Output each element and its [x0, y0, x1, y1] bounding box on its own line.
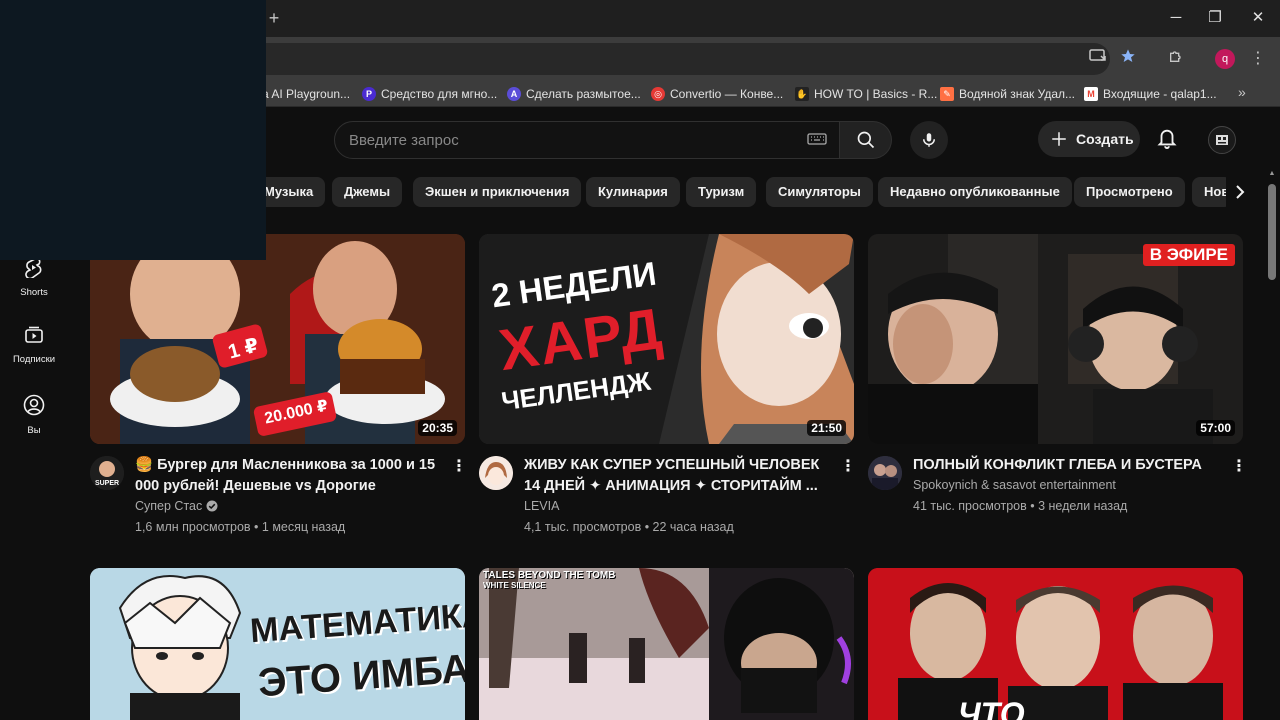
sidebar-item-you[interactable]: Вы	[4, 394, 64, 436]
bookmark-item[interactable]: ✎ Водяной знак Удал...	[940, 84, 1075, 104]
chip-tourism[interactable]: Туризм	[686, 177, 757, 207]
video-more-icon[interactable]: ⋮	[840, 457, 856, 477]
search-button[interactable]	[840, 121, 892, 159]
bookmark-item[interactable]: a AI Playgroun...	[262, 84, 350, 104]
scroll-up-icon[interactable]: ▲	[1268, 170, 1276, 178]
video-duration: 57:00	[1196, 420, 1235, 436]
chip-action[interactable]: Экшен и приключения	[413, 177, 582, 207]
new-tab-button[interactable]: +	[264, 8, 284, 28]
how-to-icon: ✋	[795, 87, 809, 101]
extensions-icon[interactable]	[1165, 48, 1187, 70]
address-bar[interactable]	[250, 43, 1110, 75]
convertio-icon: ◎	[651, 87, 665, 101]
chip-simulators[interactable]: Симуляторы	[766, 177, 873, 207]
channel-avatar[interactable]: SUPER	[90, 456, 124, 490]
video-channel[interactable]: Spokoynich & sasavot entertainment	[913, 478, 1116, 492]
sidebar-item-shorts[interactable]: Shorts	[4, 256, 64, 298]
svg-text:SUPER: SUPER	[95, 480, 119, 487]
video-title[interactable]: ПОЛНЫЙ КОНФЛИКТ ГЛЕБА И БУСТЕРА	[913, 455, 1218, 476]
video-thumbnail[interactable]: 1 ₽ 20.000 ₽ 20:35	[90, 234, 465, 444]
search-input[interactable]	[349, 122, 789, 158]
video-meta: 41 тыс. просмотров • 3 недели назад	[913, 499, 1128, 513]
voice-search-button[interactable]	[910, 121, 948, 159]
avatar-image-icon	[1216, 135, 1228, 145]
plus-icon	[1052, 132, 1066, 146]
a-icon: A	[507, 87, 521, 101]
bookmark-item[interactable]: P Средство для мгно...	[362, 84, 497, 104]
page-scrollbar[interactable]	[1268, 184, 1276, 280]
video-meta: 1,6 млн просмотров • 1 месяц назад	[135, 520, 346, 534]
video-thumbnail[interactable]: 2 НЕДЕЛИ ХАРД ЧЕЛЛЕНДЖ 21:50	[479, 234, 854, 444]
thumbnail-line-1: ЧТО	[958, 696, 1025, 720]
you-icon	[23, 394, 45, 416]
video-more-icon[interactable]: ⋮	[451, 457, 467, 477]
create-button[interactable]: Создать	[1038, 121, 1140, 157]
thumbnail-image	[868, 568, 1243, 720]
minimize-button[interactable]: ─	[1166, 8, 1186, 28]
video-duration: 21:50	[807, 420, 846, 436]
video-channel[interactable]: LEVIA	[524, 499, 559, 513]
maximize-button[interactable]: ❐	[1205, 8, 1225, 28]
microphone-icon	[923, 133, 935, 147]
chevron-right-icon	[1236, 185, 1245, 199]
live-badge: В ЭФИРЕ	[1142, 244, 1235, 266]
bookmark-star-icon[interactable]	[1117, 48, 1139, 70]
video-thumbnail[interactable]: МАТЕМАТИКА ЭТО ИМБА	[90, 568, 465, 720]
search-icon	[857, 131, 874, 149]
bookmarks-more-icon[interactable]: »	[1238, 84, 1246, 100]
screen: + ─ ❐ ✕ q ⋮ a AI Playgroun... P Средство…	[0, 0, 1280, 720]
video-title[interactable]: ЖИВУ КАК СУПЕР УСПЕШНЫЙ ЧЕЛОВЕК 14 ДНЕЙ …	[524, 455, 829, 497]
notifications-bell-icon[interactable]	[1156, 126, 1180, 152]
video-duration: 20:35	[418, 420, 457, 436]
thumbnail-image	[479, 568, 854, 720]
p-icon: P	[362, 87, 376, 101]
account-avatar[interactable]	[1208, 126, 1236, 154]
chip-jams[interactable]: Джемы	[332, 177, 403, 207]
chips-next-button[interactable]	[1226, 176, 1254, 208]
gmail-icon: M	[1084, 87, 1098, 101]
video-channel[interactable]: Супер Стас	[135, 499, 218, 513]
channel-avatar[interactable]	[479, 456, 513, 490]
bookmark-item[interactable]: ◎ Convertio — Конве...	[651, 84, 783, 104]
video-title[interactable]: 🍔 Бургер для Масленникова за 1000 и 15 0…	[135, 455, 440, 497]
chip-recently-uploaded[interactable]: Недавно опубликованные	[878, 177, 1072, 207]
profile-avatar[interactable]: q	[1215, 49, 1235, 69]
video-thumbnail[interactable]: В ЭФИРЕ 57:00	[868, 234, 1243, 444]
thumbnail-line-2: WHITE SILENCE	[483, 581, 546, 590]
browser-menu-icon[interactable]: ⋮	[1250, 48, 1266, 70]
video-thumbnail[interactable]: TALES BEYOND THE TOMB WHITE SILENCE	[479, 568, 854, 720]
video-thumbnail[interactable]: ЧТО	[868, 568, 1243, 720]
channel-avatar[interactable]	[868, 456, 902, 490]
video-more-icon[interactable]: ⋮	[1231, 457, 1247, 477]
chip-watched[interactable]: Просмотрено	[1074, 177, 1185, 207]
watermark-icon: ✎	[940, 87, 954, 101]
bookmark-item[interactable]: M Входящие - qalap1...	[1084, 84, 1217, 104]
thumbnail-line-1: TALES BEYOND THE TOMB	[483, 570, 616, 581]
chip-cooking[interactable]: Кулинария	[586, 177, 680, 207]
bookmark-item[interactable]: A Сделать размытое...	[507, 84, 641, 104]
keyboard-icon[interactable]	[807, 131, 827, 149]
bookmark-item[interactable]: ✋ HOW TO | Basics - R...	[795, 84, 937, 104]
close-window-button[interactable]: ✕	[1248, 8, 1268, 28]
subscriptions-icon	[25, 326, 43, 343]
sidebar-item-subscriptions[interactable]: Подписки	[4, 325, 64, 365]
video-meta: 4,1 тыс. просмотров • 22 часа назад	[524, 520, 734, 534]
search-box[interactable]	[334, 121, 840, 159]
overlay-panel	[0, 0, 266, 260]
verified-check-icon	[206, 500, 218, 512]
install-app-icon[interactable]	[1087, 48, 1109, 70]
